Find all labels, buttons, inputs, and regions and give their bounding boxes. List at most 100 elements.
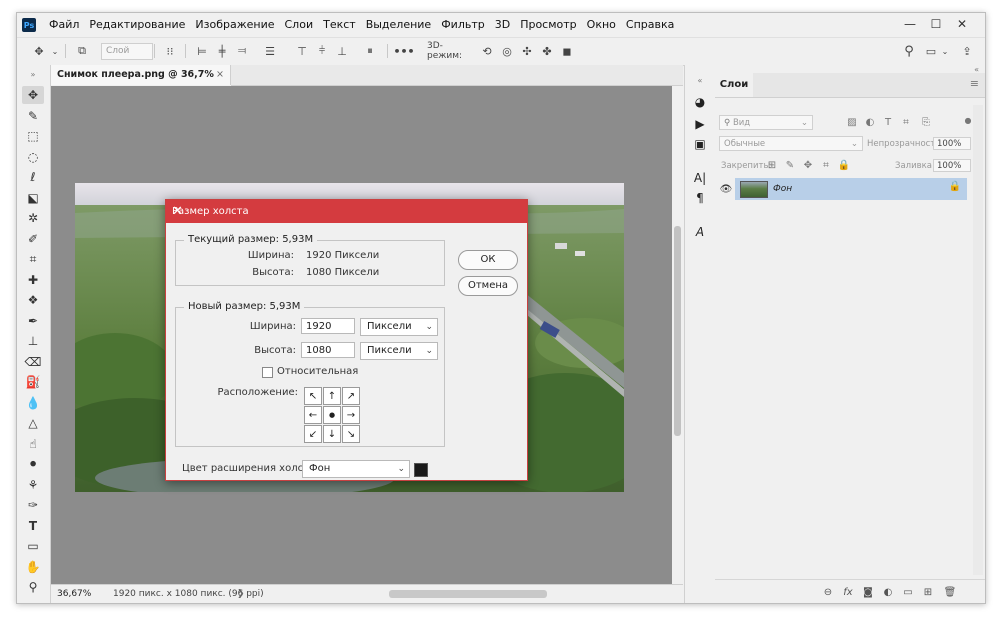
pen-tool-icon[interactable]: ✑	[22, 496, 44, 514]
3d-camera-icon[interactable]: ◼	[559, 42, 575, 60]
filter-shape-icon[interactable]: ⌗	[899, 115, 913, 129]
layer-filter-select[interactable]: ⚲ Вид ⌄	[719, 115, 813, 130]
menu-view[interactable]: Просмотр	[515, 13, 581, 37]
quick-select-tool-icon[interactable]: ✐	[22, 230, 44, 248]
menu-3d[interactable]: 3D	[490, 13, 515, 37]
align-center-icon[interactable]: ╪	[215, 42, 229, 60]
layer-row-background[interactable]: Фон 🔒	[735, 178, 967, 200]
menu-help[interactable]: Справка	[621, 13, 679, 37]
opacity-input[interactable]: 100%	[933, 137, 971, 150]
paragraph-panel-icon[interactable]: ¶	[691, 189, 709, 207]
brush-tool-icon[interactable]: ✒	[22, 312, 44, 330]
menu-edit[interactable]: Редактирование	[84, 13, 190, 37]
zoom-tool-icon[interactable]: ⚲	[22, 578, 44, 596]
chevron-down-icon[interactable]: ⌄	[51, 42, 59, 60]
new-layer-icon[interactable]: ⊞	[921, 585, 935, 599]
rectangle-tool-icon[interactable]: ▭	[22, 537, 44, 555]
cancel-button[interactable]: Отмена	[458, 276, 518, 296]
menu-file[interactable]: Файл	[44, 13, 84, 37]
smudge-tool-icon[interactable]: ☝	[22, 435, 44, 453]
healing-tool-icon[interactable]: ✚	[22, 271, 44, 289]
align-vbottom-icon[interactable]: ⊥	[335, 42, 349, 60]
magic-wand-tool-icon[interactable]: ✲	[22, 209, 44, 227]
maximize-button[interactable]: ☐	[923, 13, 949, 35]
menu-type[interactable]: Текст	[318, 13, 361, 37]
horizontal-scroll-thumb[interactable]	[389, 590, 547, 598]
menu-layers[interactable]: Слои	[280, 13, 319, 37]
lasso-tool-icon[interactable]: ℓ	[22, 168, 44, 186]
eyedropper-tool-icon[interactable]: ✎	[22, 107, 44, 125]
align-left-icon[interactable]: ⊨	[195, 42, 209, 60]
glyphs-panel-icon[interactable]: A	[691, 223, 709, 241]
status-arrow-icon[interactable]: ❯	[237, 589, 245, 599]
type-tool-icon[interactable]: T	[22, 517, 44, 535]
3d-pan-icon[interactable]: ✣	[519, 42, 535, 60]
color-panel-icon[interactable]: ◕	[691, 93, 709, 111]
blur-tool-icon[interactable]: 💧	[22, 394, 44, 412]
width-input[interactable]: 1920	[301, 318, 355, 334]
layer-style-fx-icon[interactable]: fx	[841, 585, 855, 599]
close-tab-icon[interactable]: ×	[216, 65, 224, 85]
patch-tool-icon[interactable]: ❖	[22, 291, 44, 309]
new-group-icon[interactable]: ▭	[901, 585, 915, 599]
filter-type-icon[interactable]: T	[881, 115, 895, 129]
3d-slide-icon[interactable]: ✤	[539, 42, 555, 60]
dodge-tool-icon[interactable]: ⚫	[22, 455, 44, 473]
collapse-panels-icon[interactable]: «	[691, 71, 709, 89]
layer-visibility-eye-icon[interactable]: 👁	[718, 178, 734, 200]
menu-image[interactable]: Изображение	[190, 13, 279, 37]
document-tab[interactable]: Снимок плеера.png @ 36,7% (RGB/8) ×	[51, 65, 231, 100]
move-tool-icon[interactable]: ✥	[22, 86, 44, 104]
layers-scrollbar[interactable]	[973, 105, 983, 575]
lock-artboard-icon[interactable]: ⌗	[819, 158, 833, 172]
paint-bucket-tool-icon[interactable]: ⛽	[22, 373, 44, 391]
anchor-bottom[interactable]: ↓	[323, 425, 341, 443]
layer-select-dropdown[interactable]: Слой	[101, 43, 153, 60]
add-mask-icon[interactable]: ◙	[861, 585, 875, 599]
link-layers-icon[interactable]: ⊖	[821, 585, 835, 599]
lock-pixels-icon[interactable]: ✎	[783, 158, 797, 172]
minimize-button[interactable]: —	[897, 13, 923, 35]
character-panel-icon[interactable]: A|	[691, 169, 709, 187]
stamp-tool-icon[interactable]: ⊥	[22, 332, 44, 350]
anchor-center[interactable]: ●	[323, 406, 341, 424]
height-input[interactable]: 1080	[301, 342, 355, 358]
align-right-icon[interactable]: ⫤	[235, 42, 249, 60]
collapse-tools-icon[interactable]: »	[22, 65, 44, 83]
anchor-top-right[interactable]: ↗	[342, 387, 360, 405]
width-unit-select[interactable]: Пиксели ⌄	[360, 318, 438, 336]
extension-color-swatch[interactable]	[414, 463, 428, 477]
lock-all-icon[interactable]: 🔒	[837, 158, 851, 172]
3d-orbit-icon[interactable]: ⟲	[479, 42, 495, 60]
anchor-top-left[interactable]: ↖	[304, 387, 322, 405]
eraser-tool-icon[interactable]: ⌫	[22, 353, 44, 371]
close-window-button[interactable]: ✕	[949, 13, 975, 35]
ok-button[interactable]: ОК	[458, 250, 518, 270]
vertical-scroll-thumb[interactable]	[674, 226, 681, 436]
move-tool-icon[interactable]: ✥	[31, 42, 47, 60]
anchor-right[interactable]: →	[342, 406, 360, 424]
relative-label[interactable]: Относительная	[277, 366, 358, 377]
search-icon[interactable]: ⚲	[901, 42, 917, 60]
anchor-top[interactable]: ↑	[323, 387, 341, 405]
sharpen-tool-icon[interactable]: △	[22, 414, 44, 432]
align-vcenter-icon[interactable]: ⫩	[315, 42, 329, 60]
lock-transparent-icon[interactable]: ⊞	[765, 158, 779, 172]
dialog-close-icon[interactable]: ✕	[172, 200, 521, 223]
share-icon[interactable]: ⇪	[959, 42, 975, 60]
crop-tool-icon[interactable]: ⌗	[22, 250, 44, 268]
distribute-icon[interactable]: ⏸	[363, 42, 377, 60]
transform-controls-icon[interactable]: ⁝⁝	[161, 42, 179, 60]
ellipse-marquee-tool-icon[interactable]: ◌	[22, 148, 44, 166]
workspace-icon[interactable]: ▭	[923, 42, 939, 60]
panel-menu-icon[interactable]: ≡	[970, 77, 979, 90]
fill-input[interactable]: 100%	[933, 159, 971, 172]
menu-window[interactable]: Окно	[582, 13, 621, 37]
tab-layers[interactable]: Слои	[715, 73, 753, 97]
more-options-icon[interactable]: •••	[393, 42, 414, 60]
auto-select-icon[interactable]: ⧉	[73, 42, 91, 60]
hand-tool-icon[interactable]: ✋	[22, 558, 44, 576]
filter-smart-object-icon[interactable]: ⎘	[919, 115, 933, 129]
lock-position-icon[interactable]: ✥	[801, 158, 815, 172]
actions-play-icon[interactable]: ▶	[691, 115, 709, 133]
